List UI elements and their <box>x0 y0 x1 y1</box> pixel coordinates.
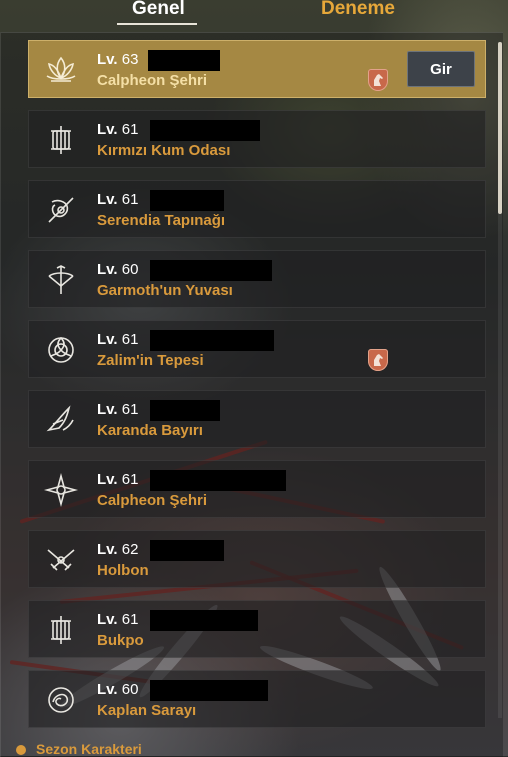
scrollbar[interactable] <box>498 42 502 718</box>
redacted-character-name <box>150 260 272 281</box>
level-number: 62 <box>121 541 139 558</box>
level-number: 60 <box>121 261 139 278</box>
location-label: Garmoth'un Yuvası <box>97 282 233 299</box>
rose-class-icon <box>43 332 79 368</box>
level-prefix: Lv. <box>97 401 118 418</box>
redacted-character-name <box>150 190 224 211</box>
level-prefix: Lv. <box>97 261 118 278</box>
redacted-character-name <box>148 50 220 71</box>
redacted-character-name <box>150 540 224 561</box>
level-label: Lv. 61 <box>97 611 138 628</box>
location-label: Kırmızı Kum Odası <box>97 142 231 159</box>
level-label: Lv. 61 <box>97 401 138 418</box>
character-row[interactable]: Lv. 61 Serendia Tapınağı <box>28 180 486 238</box>
character-row[interactable]: Lv. 61 Zalim'in Tepesi <box>28 320 486 378</box>
character-row[interactable]: Lv. 60 Garmoth'un Yuvası <box>28 250 486 308</box>
bow-class-icon <box>43 262 79 298</box>
lantern-class-icon <box>43 122 79 158</box>
level-prefix: Lv. <box>97 331 118 348</box>
redacted-character-name <box>150 330 274 351</box>
crossed-guns-class-icon <box>43 542 79 578</box>
lantern-class-icon <box>43 612 79 648</box>
character-row[interactable]: Lv. 61 Kırmızı Kum Odası <box>28 110 486 168</box>
section-footer[interactable]: Sezon Karakteri <box>16 741 142 757</box>
location-label: Serendia Tapınağı <box>97 212 226 229</box>
character-row[interactable]: Lv. 61 Calpheon Şehri <box>28 460 486 518</box>
character-row[interactable]: Lv. 61 Bukpo <box>28 600 486 658</box>
level-label: Lv. 60 <box>97 681 138 698</box>
star-blade-class-icon <box>43 472 79 508</box>
enter-button[interactable]: Gir <box>407 51 475 87</box>
location-label: Kaplan Sarayı <box>97 702 197 719</box>
location-label: Calpheon Şehri <box>97 492 208 509</box>
character-row[interactable]: Lv. 60 Kaplan Sarayı <box>28 670 486 728</box>
level-prefix: Lv. <box>97 471 118 488</box>
level-prefix: Lv. <box>97 51 118 68</box>
swirl-orb-class-icon <box>43 682 79 718</box>
level-label: Lv. 63 <box>97 51 138 68</box>
crossed-blades-class-icon <box>43 192 79 228</box>
level-number: 61 <box>121 611 139 628</box>
level-label: Lv. 60 <box>97 261 138 278</box>
character-row[interactable]: Lv. 61 Karanda Bayırı <box>28 390 486 448</box>
level-label: Lv. 61 <box>97 471 138 488</box>
level-number: 61 <box>121 191 139 208</box>
location-label: Calpheon Şehri <box>97 72 208 89</box>
level-label: Lv. 61 <box>97 121 138 138</box>
redacted-character-name <box>150 610 258 631</box>
redacted-character-name <box>150 120 260 141</box>
level-prefix: Lv. <box>97 681 118 698</box>
horse-icon <box>368 69 388 91</box>
level-number: 61 <box>121 471 139 488</box>
tab-genel[interactable]: Genel <box>132 0 185 20</box>
active-tab-indicator <box>117 23 197 25</box>
level-label: Lv. 62 <box>97 541 138 558</box>
tab-bar: Genel Deneme <box>0 0 508 28</box>
level-number: 63 <box>121 51 139 68</box>
level-label: Lv. 61 <box>97 191 138 208</box>
location-label: Karanda Bayırı <box>97 422 203 439</box>
level-number: 61 <box>121 331 139 348</box>
redacted-character-name <box>150 400 220 421</box>
section-footer-label: Sezon Karakteri <box>36 741 142 757</box>
tab-deneme[interactable]: Deneme <box>321 0 395 20</box>
level-number: 61 <box>121 401 139 418</box>
character-row[interactable]: Lv. 62 Holbon <box>28 530 486 588</box>
level-label: Lv. 61 <box>97 331 138 348</box>
character-row[interactable]: Lv. 63 Calpheon Şehri Gir <box>28 40 486 98</box>
wing-class-icon <box>43 402 79 438</box>
level-number: 61 <box>121 121 139 138</box>
lotus-class-icon <box>43 52 79 88</box>
redacted-character-name <box>150 680 268 701</box>
location-label: Zalim'in Tepesi <box>97 352 204 369</box>
scrollbar-thumb[interactable] <box>498 42 502 214</box>
level-prefix: Lv. <box>97 121 118 138</box>
level-prefix: Lv. <box>97 191 118 208</box>
level-prefix: Lv. <box>97 611 118 628</box>
location-label: Bukpo <box>97 632 144 649</box>
location-label: Holbon <box>97 562 149 579</box>
horse-icon <box>368 349 388 371</box>
level-prefix: Lv. <box>97 541 118 558</box>
section-dot-icon <box>16 745 26 756</box>
level-number: 60 <box>121 681 139 698</box>
redacted-character-name <box>150 470 286 491</box>
